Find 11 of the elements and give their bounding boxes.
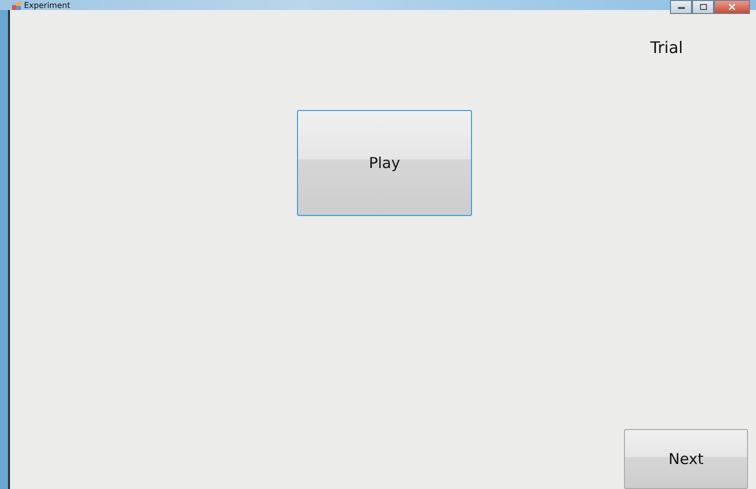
app-icon — [12, 2, 21, 10]
close-icon — [729, 4, 735, 10]
next-button[interactable]: Next — [624, 429, 748, 489]
trial-label: Trial — [650, 38, 683, 57]
window-title: Experiment — [24, 1, 70, 10]
play-button[interactable]: Play — [297, 110, 472, 216]
maximize-icon — [700, 4, 706, 10]
maximize-button[interactable] — [692, 0, 714, 14]
minimize-icon — [678, 6, 684, 8]
minimize-button[interactable] — [670, 0, 692, 14]
close-button[interactable] — [714, 0, 750, 14]
